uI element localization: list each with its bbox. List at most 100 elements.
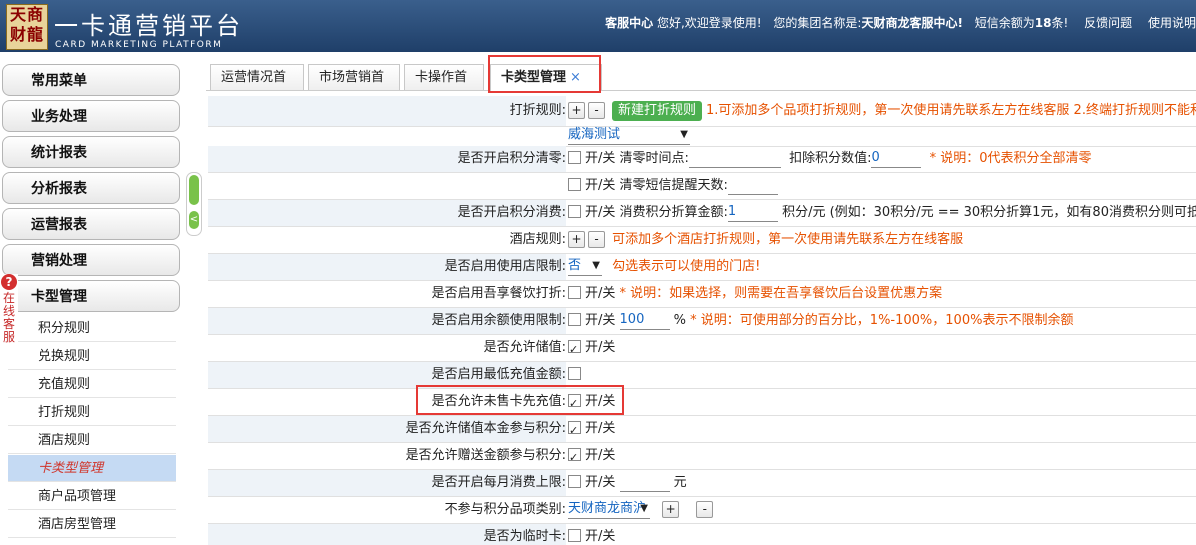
wuxiang-discount-checkbox[interactable] [568, 286, 581, 299]
store-limit-select-value: 否 [568, 258, 582, 273]
discount-rule-select-value: 威海测试 [568, 127, 621, 142]
tab-marketing-home[interactable]: 市场营销首页 [308, 64, 400, 111]
menu-group-analysis[interactable]: 分析报表 [2, 172, 180, 204]
row-hotel-rule: 酒店规则: + - 可添加多个酒店打折规则，第一次使用请先联系左方在线客服 [208, 227, 1196, 254]
row-principal-points: 是否允许储值本金参与积分: 开/关 [208, 416, 1196, 444]
menu-group-business[interactable]: 业务处理 [2, 100, 180, 132]
sidebar-item-merchant-items[interactable]: 商户品项管理 [8, 483, 176, 510]
monthly-limit-checkbox[interactable] [568, 475, 581, 488]
monthly-limit-input[interactable] [619, 473, 670, 492]
menu-group-operation[interactable]: 运营报表 [2, 208, 180, 240]
menu-group-statistics[interactable]: 统计报表 [2, 136, 180, 168]
discount-rule-remove-button[interactable]: - [588, 102, 605, 119]
exclude-category-select[interactable]: 天财商龙商沪 ▼ [568, 500, 650, 519]
balance-limit-checkbox[interactable] [568, 313, 581, 326]
sms-suffix: 条! [1051, 16, 1069, 30]
app-subtitle: CARD MARKETING PLATFORM [55, 40, 223, 50]
sidebar-item-exchange-rule[interactable]: 兑换规则 [8, 343, 176, 370]
exclude-category-select-value: 天财商龙商沪 [568, 501, 647, 516]
header-info: 客服中心 您好,欢迎登录使用! 您的集团名称是:天财商龙客服中心! 短信余额为1… [605, 14, 1196, 31]
row-clear-sms: 开/关 清零短信提醒天数: [208, 173, 1196, 200]
gift-points-checkbox[interactable] [568, 445, 581, 471]
sidebar-item-hotel-room-type[interactable]: 酒店房型管理 [8, 511, 176, 538]
sidebar-item-card-type-manage[interactable]: 卡类型管理 [8, 455, 176, 482]
sidebar-item-discount-rule[interactable]: 打折规则 [8, 399, 176, 426]
exclude-category-add-button[interactable]: + [662, 501, 680, 518]
wuxiang-discount-note: * 说明：如果选择，则需要在吾享餐饮后台设置优惠方案 [619, 286, 943, 301]
feedback-link[interactable]: 反馈问题 [1084, 16, 1132, 30]
tab-bar: 运营情况首页 市场营销首页 卡操作首页 卡类型管理× [206, 52, 1196, 111]
sms-count: 18 [1034, 16, 1052, 30]
balance-limit-label: 是否启用余额使用限制: [208, 308, 566, 334]
monthly-limit-unit: 元 [673, 475, 687, 490]
store-limit-select[interactable]: 否 ▼ [568, 257, 602, 276]
min-recharge-checkbox[interactable] [568, 367, 581, 380]
hotel-rule-add-button[interactable]: + [568, 231, 585, 248]
sidebar-item-recharge-rule[interactable]: 充值规则 [8, 371, 176, 398]
tab-card-operation-home[interactable]: 卡操作首页 [404, 64, 484, 111]
points-clear-checkbox[interactable] [568, 151, 581, 164]
row-wuxiang-discount: 是否启用吾享餐饮打折: 开/关 * 说明：如果选择，则需要在吾享餐饮后台设置优惠… [208, 281, 1196, 308]
group-name: 天财商龙客服中心! [861, 16, 963, 30]
wuxiang-discount-toggle-text: 开/关 [585, 286, 616, 301]
row-discount-select: 威海测试 ▼ [208, 126, 1196, 147]
row-discount-rule: 打折规则: + - 新建打折规则 1.可添加多个品项打折规则，第一次使用请先联系左方在… [208, 96, 1196, 127]
hotel-rule-remove-button[interactable]: - [588, 231, 605, 248]
logo-badge-line1: 天商 [9, 5, 44, 24]
chevron-left-icon[interactable]: < [189, 211, 199, 229]
service-center-label: 客服中心 [605, 16, 654, 30]
menu-group-card-type[interactable]: 卡型管理 [2, 280, 180, 312]
clear-sms-label-empty [208, 173, 566, 199]
row-store-limit: 是否启用使用店限制: 否 ▼ 勾选表示可以使用的门店! [208, 254, 1196, 281]
allow-store-value-toggle-text: 开/关 [585, 340, 616, 355]
clear-sms-days-input[interactable] [727, 176, 778, 195]
sidebar-item-hotel-rule[interactable]: 酒店规则 [8, 427, 176, 454]
row-unsold-recharge: 是否允许未售卡先充值: 开/关 [208, 389, 1196, 417]
menu-group-marketing[interactable]: 营销处理 [2, 244, 180, 276]
app-header: 天商 财龍 一卡通营销平台 CARD MARKETING PLATFORM 客服… [0, 0, 1196, 52]
points-clear-label: 是否开启积分清零: [208, 146, 566, 172]
balance-limit-note: * 说明：可使用部分的百分比，1%-100%，100%表示不限制余额 [690, 313, 1074, 328]
deduct-points-input[interactable]: 0 [871, 149, 922, 168]
tab-operation-home[interactable]: 运营情况首页 [210, 64, 304, 111]
online-service-label[interactable]: 在线客服 [3, 292, 15, 344]
online-service-widget[interactable]: ? 在线客服 [0, 274, 18, 354]
sidebar-scroll-thumb[interactable] [189, 175, 199, 205]
allow-store-value-checkbox[interactable] [568, 337, 581, 363]
row-monthly-limit: 是否开启每月消费上限: 开/关 元 [208, 470, 1196, 497]
sidebar-item-points-rule[interactable]: 积分规则 [8, 315, 176, 342]
deduct-points-label: 扣除积分数值: [789, 151, 872, 166]
group-prefix: 您的集团名称是: [773, 16, 862, 30]
temp-card-checkbox[interactable] [568, 529, 581, 542]
hotel-rule-note: 可添加多个酒店打折规则，第一次使用请先联系左方在线客服 [612, 232, 964, 247]
balance-limit-input[interactable]: 100 [619, 311, 670, 330]
store-limit-label: 是否启用使用店限制: [208, 254, 566, 280]
wuxiang-discount-label: 是否启用吾享餐饮打折: [431, 286, 566, 301]
points-consume-amount-input[interactable]: 1 [727, 203, 778, 222]
points-consume-amount-label: 消费积分折算金额: [619, 205, 728, 220]
new-discount-rule-button[interactable]: 新建打折规则 [612, 100, 703, 121]
points-clear-toggle-text: 开/关 [585, 151, 616, 166]
sidebar-collapse-handle[interactable]: < [186, 172, 202, 236]
principal-points-label: 是否允许储值本金参与积分: [208, 416, 566, 442]
principal-points-toggle-text: 开/关 [585, 421, 616, 436]
clear-time-input[interactable] [688, 149, 781, 168]
help-link[interactable]: 使用说明 [1148, 16, 1196, 30]
gift-points-label: 是否允许赠送金额参与积分: [405, 448, 566, 463]
temp-card-label: 是否为临时卡: [208, 524, 566, 545]
discount-rule-select[interactable]: 威海测试 ▼ [568, 126, 690, 145]
exclude-category-label: 不参与积分品项类别: [444, 502, 566, 517]
dropdown-arrow-icon: ▼ [680, 129, 688, 140]
monthly-limit-label: 是否开启每月消费上限: [208, 470, 566, 496]
help-circle-icon[interactable]: ? [1, 274, 17, 290]
points-consume-checkbox[interactable] [568, 205, 581, 218]
menu-group-common[interactable]: 常用菜单 [2, 64, 180, 96]
points-consume-label: 是否开启积分消费: [208, 200, 566, 226]
exclude-category-remove-button[interactable]: - [696, 501, 714, 518]
clear-sms-checkbox[interactable] [568, 178, 581, 191]
dropdown-arrow-icon: ▼ [592, 260, 600, 271]
sidebar: 常用菜单 业务处理 统计报表 分析报表 运营报表 营销处理 卡型管理 积分规则 … [0, 52, 205, 545]
principal-points-checkbox[interactable] [568, 418, 581, 444]
logo-badge: 天商 财龍 [6, 4, 48, 50]
discount-rule-add-button[interactable]: + [568, 102, 585, 119]
